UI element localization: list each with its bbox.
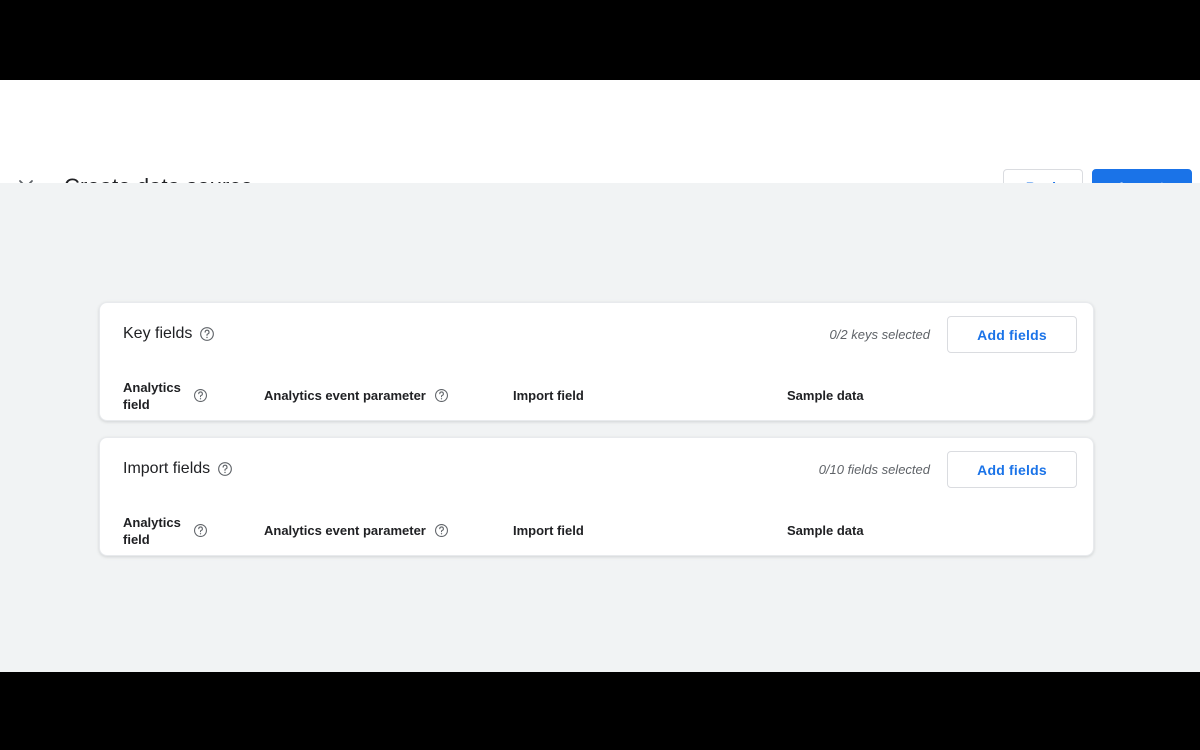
help-icon[interactable]	[193, 523, 208, 538]
column-header-label: Analytics field	[123, 514, 185, 548]
import-fields-card: Import fields 0/10 fields selected Add f…	[99, 437, 1094, 556]
column-header-sample-data: Sample data	[787, 504, 864, 557]
help-icon[interactable]	[193, 388, 208, 403]
key-fields-card: Key fields 0/2 keys selected Add fields	[99, 302, 1094, 421]
help-icon[interactable]	[434, 523, 449, 538]
card-header: Import fields 0/10 fields selected Add f…	[100, 438, 1093, 504]
column-header-label: Analytics field	[123, 379, 185, 413]
card-header-actions: 0/10 fields selected Add fields	[819, 451, 1077, 488]
column-header-label: Import field	[513, 522, 584, 539]
column-header-sample-data: Sample data	[787, 369, 864, 422]
help-icon[interactable]	[434, 388, 449, 403]
keys-selected-count: 0/2 keys selected	[830, 326, 930, 344]
column-header-label: Import field	[513, 387, 584, 404]
help-icon[interactable]	[199, 326, 215, 342]
column-header-label: Analytics event parameter	[264, 522, 426, 539]
fields-selected-count: 0/10 fields selected	[819, 461, 930, 479]
column-header-import-field: Import field	[513, 504, 584, 557]
column-header-row: Analytics field Analytics event paramete…	[100, 369, 1093, 422]
column-header-analytics-field: Analytics field	[123, 369, 243, 422]
app-viewport: Create data source Back Import Data sour…	[0, 80, 1200, 672]
column-header-analytics-event-parameter: Analytics event parameter	[264, 504, 449, 557]
card-header-actions: 0/2 keys selected Add fields	[830, 316, 1077, 353]
help-icon[interactable]	[217, 461, 233, 477]
add-fields-button[interactable]: Add fields	[947, 451, 1077, 488]
card-header: Key fields 0/2 keys selected Add fields	[100, 303, 1093, 369]
column-header-label: Sample data	[787, 522, 864, 539]
column-header-label: Analytics event parameter	[264, 387, 426, 404]
add-fields-button[interactable]: Add fields	[947, 316, 1077, 353]
card-title-text: Key fields	[123, 323, 192, 345]
card-title-text: Import fields	[123, 458, 210, 480]
column-header-label: Sample data	[787, 387, 864, 404]
main-content: Key fields 0/2 keys selected Add fields	[0, 183, 1200, 672]
column-header-analytics-event-parameter: Analytics event parameter	[264, 369, 449, 422]
card-title: Key fields	[123, 323, 215, 345]
column-header-analytics-field: Analytics field	[123, 504, 243, 557]
column-header-row: Analytics field Analytics event paramete…	[100, 504, 1093, 557]
screen: Create data source Back Import Data sour…	[0, 0, 1200, 750]
app-header: Create data source Back Import Data sour…	[0, 80, 1200, 183]
column-header-import-field: Import field	[513, 369, 584, 422]
card-title: Import fields	[123, 458, 233, 480]
